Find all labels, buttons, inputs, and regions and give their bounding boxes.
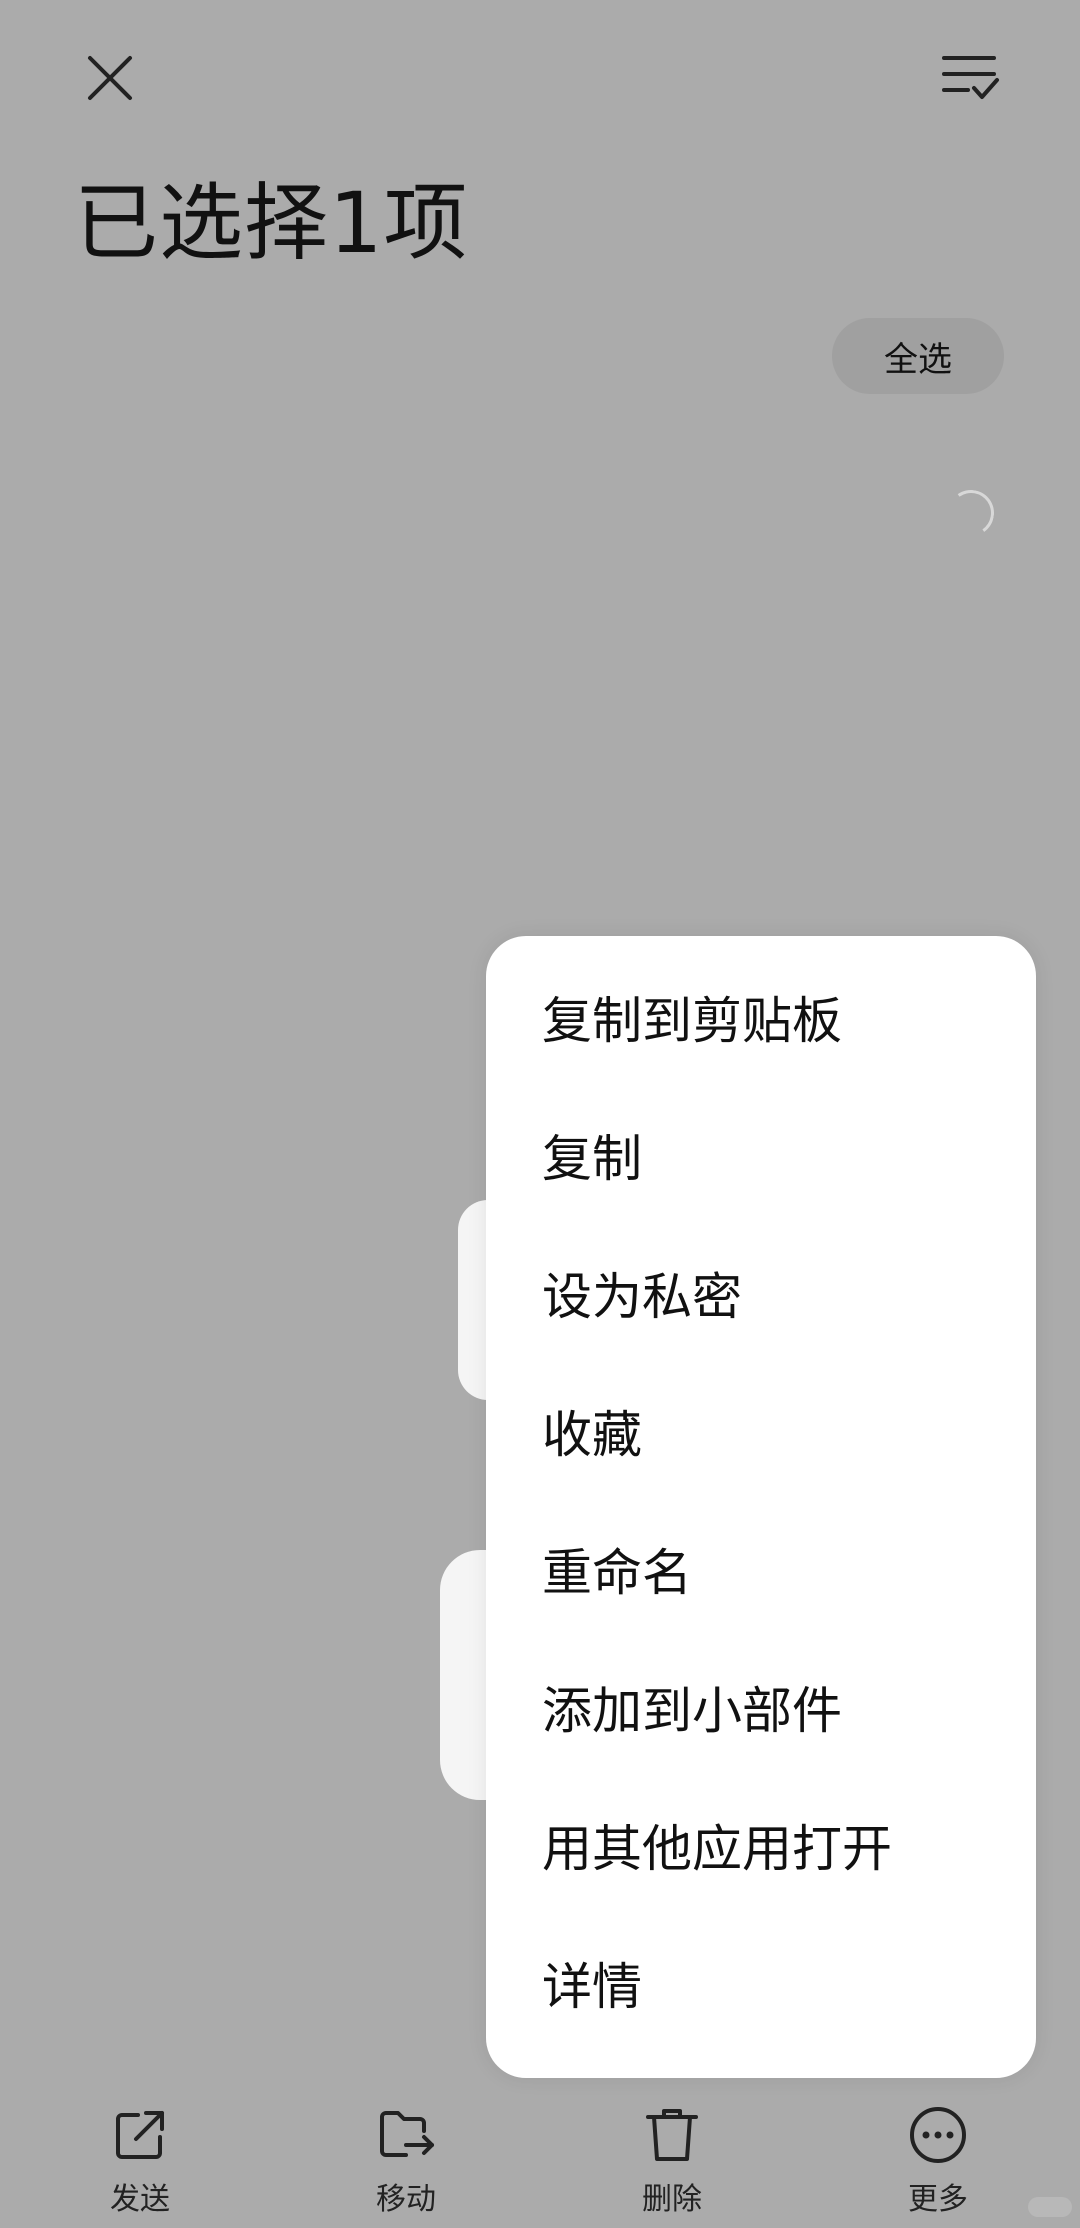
- multi-select-list-button[interactable]: [930, 40, 1010, 120]
- close-icon: [84, 52, 136, 108]
- home-indicator: [1028, 2197, 1072, 2217]
- menu-item-rename[interactable]: 重命名: [486, 1500, 1036, 1638]
- select-all-button[interactable]: 全选: [832, 318, 1004, 394]
- page-title: 已选择1项: [74, 174, 469, 272]
- send-label: 发送: [110, 2182, 170, 2217]
- delete-label: 删除: [642, 2182, 702, 2217]
- send-button[interactable]: 发送: [40, 2080, 240, 2228]
- menu-item-details[interactable]: 详情: [486, 1914, 1036, 2052]
- trash-icon: [637, 2100, 707, 2170]
- delete-button[interactable]: 删除: [572, 2080, 772, 2228]
- menu-item-add-to-widget[interactable]: 添加到小部件: [486, 1638, 1036, 1776]
- list-check-icon: [940, 50, 1000, 110]
- move-button[interactable]: 移动: [306, 2080, 506, 2228]
- menu-item-copy[interactable]: 复制: [486, 1086, 1036, 1224]
- menu-item-favorite[interactable]: 收藏: [486, 1362, 1036, 1500]
- folder-move-icon: [371, 2100, 441, 2170]
- move-label: 移动: [376, 2182, 436, 2217]
- menu-item-open-with[interactable]: 用其他应用打开: [486, 1776, 1036, 1914]
- menu-item-copy-to-clipboard[interactable]: 复制到剪贴板: [486, 948, 1036, 1086]
- more-label: 更多: [908, 2182, 968, 2217]
- menu-item-set-private[interactable]: 设为私密: [486, 1224, 1036, 1362]
- bottom-toolbar: 发送 移动 删除 更多: [0, 2080, 1080, 2228]
- loading-spinner: [944, 486, 998, 540]
- more-icon: [903, 2100, 973, 2170]
- context-menu: 复制到剪贴板 复制 设为私密 收藏 重命名 添加到小部件 用其他应用打开 详情: [486, 936, 1036, 2078]
- close-button[interactable]: [70, 40, 150, 120]
- top-bar: [0, 0, 1080, 160]
- more-button[interactable]: 更多: [838, 2080, 1038, 2228]
- share-icon: [105, 2100, 175, 2170]
